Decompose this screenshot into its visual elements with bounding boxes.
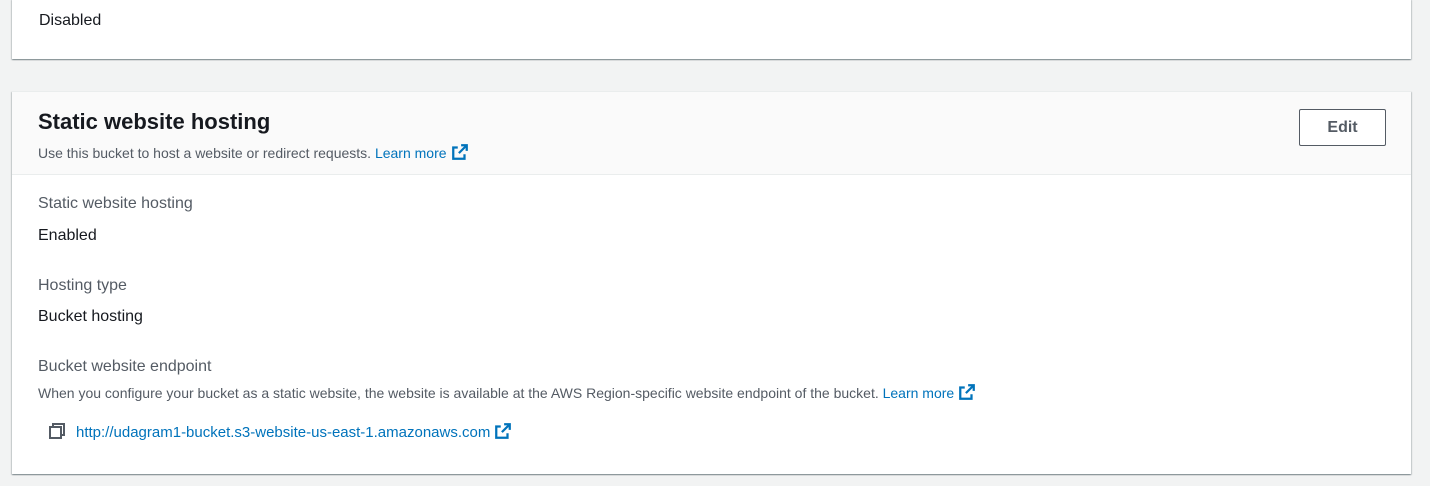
endpoint-description: When you configure your bucket as a stat… xyxy=(38,383,976,403)
static-hosting-label: Static website hosting xyxy=(38,195,193,212)
panel-header: Static website hosting Use this bucket t… xyxy=(12,92,1411,175)
hosting-type-value: Bucket hosting xyxy=(38,308,143,325)
external-link-icon xyxy=(959,384,976,400)
endpoint-description-text: When you configure your bucket as a stat… xyxy=(38,385,879,401)
endpoint-url-link[interactable]: http://udagram1-bucket.s3-website-us-eas… xyxy=(76,422,512,441)
external-link-icon xyxy=(451,144,468,160)
panel-description: Use this bucket to host a website or red… xyxy=(38,143,469,163)
endpoint-learn-more-link[interactable]: Learn more xyxy=(882,384,977,401)
edit-button[interactable]: Edit xyxy=(1299,109,1386,146)
endpoint-learn-more-label: Learn more xyxy=(882,385,955,401)
static-hosting-value: Enabled xyxy=(38,227,97,244)
external-link-icon xyxy=(495,422,512,439)
hosting-type-label: Hosting type xyxy=(38,277,127,294)
copy-icon[interactable] xyxy=(47,421,67,441)
endpoint-url: http://udagram1-bucket.s3-website-us-eas… xyxy=(76,423,491,441)
previous-panel: Disabled xyxy=(12,0,1411,59)
panel-title: Static website hosting xyxy=(38,109,271,134)
panel-description-text: Use this bucket to host a website or red… xyxy=(38,145,372,161)
learn-more-label: Learn more xyxy=(374,145,447,161)
previous-panel-value: Disabled xyxy=(39,12,102,29)
learn-more-link[interactable]: Learn more xyxy=(374,144,469,161)
static-website-hosting-panel: Static website hosting Use this bucket t… xyxy=(12,91,1411,474)
endpoint-row: http://udagram1-bucket.s3-website-us-eas… xyxy=(47,420,512,442)
endpoint-label: Bucket website endpoint xyxy=(38,358,212,375)
